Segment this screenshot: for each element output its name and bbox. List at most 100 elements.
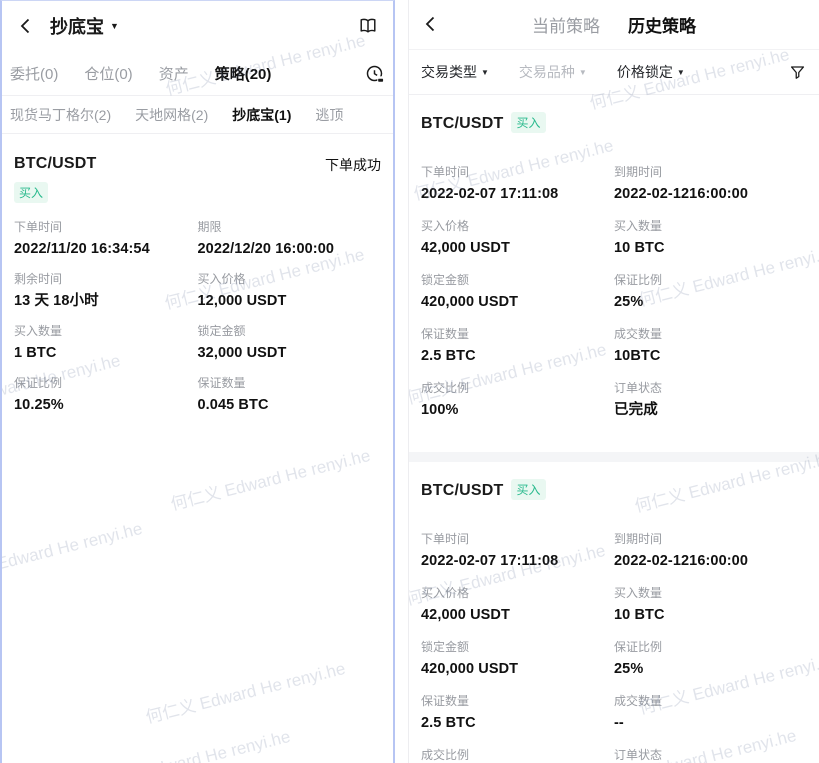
field-value: -- bbox=[614, 713, 807, 734]
field-value: 42,000 USDT bbox=[421, 238, 614, 259]
field-grid: 下单时间 2022/11/20 16:34:54 期限 2022/12/20 1… bbox=[14, 219, 381, 427]
field-value: 2.5 BTC bbox=[421, 713, 614, 734]
order-status-label: 下单成功 bbox=[325, 155, 381, 175]
field-value: 32,000 USDT bbox=[198, 343, 382, 364]
title-caret-icon: ▼ bbox=[110, 21, 119, 31]
field: 到期时间 2022-02-1216:00:00 bbox=[614, 531, 807, 572]
field: 买入数量 1 BTC bbox=[14, 323, 198, 364]
field-label: 订单状态 bbox=[614, 380, 807, 397]
caret-down-icon: ▼ bbox=[677, 68, 685, 77]
back-icon[interactable] bbox=[421, 14, 441, 34]
field-label: 剩余时间 bbox=[14, 271, 198, 288]
field-grid: 下单时间 2022-02-07 17:11:08 到期时间 2022-02-12… bbox=[421, 531, 807, 763]
field-label: 保证数量 bbox=[198, 375, 382, 392]
field-label: 保证比例 bbox=[14, 375, 198, 392]
field-value: 420,000 USDT bbox=[421, 292, 614, 313]
field-value: 25% bbox=[614, 659, 807, 680]
manual-book-icon[interactable] bbox=[357, 15, 379, 37]
left-tab[interactable]: 资产 bbox=[159, 63, 189, 84]
field-label: 买入数量 bbox=[614, 585, 807, 602]
field-value: 2022-02-1216:00:00 bbox=[614, 184, 807, 205]
field-value: 2022-02-07 17:11:08 bbox=[421, 551, 614, 572]
field-label: 买入价格 bbox=[421, 585, 614, 602]
strategy-subtab[interactable]: 天地网格(2) bbox=[135, 105, 208, 125]
left-tab[interactable]: 仓位(0) bbox=[84, 63, 132, 84]
caret-down-icon: ▼ bbox=[481, 68, 489, 77]
history-strategy-card[interactable]: BTC/USDT 买入 下单时间 2022-02-07 17:11:08 到期时… bbox=[409, 462, 819, 763]
field-label: 保证数量 bbox=[421, 326, 614, 343]
field: 期限 2022/12/20 16:00:00 bbox=[198, 219, 382, 260]
page-title[interactable]: 抄底宝 bbox=[50, 13, 104, 39]
field-value: 2022-02-1216:00:00 bbox=[614, 551, 807, 572]
card-separator bbox=[409, 452, 819, 462]
field: 锁定金额 420,000 USDT bbox=[421, 639, 614, 680]
field-label: 到期时间 bbox=[614, 164, 807, 181]
filter-funnel-icon[interactable] bbox=[788, 63, 807, 82]
pair-label: BTC/USDT bbox=[421, 482, 503, 500]
filter-bar: 交易类型▼交易品种▼价格锁定▼ bbox=[409, 50, 819, 95]
field-value: 已完成 bbox=[614, 400, 807, 421]
field-label: 保证数量 bbox=[421, 693, 614, 710]
field: 保证比例 25% bbox=[614, 272, 807, 313]
filter-dropdown[interactable]: 交易品种▼ bbox=[519, 62, 587, 82]
field-value: 420,000 USDT bbox=[421, 659, 614, 680]
field-label: 成交比例 bbox=[421, 380, 614, 397]
field-label: 下单时间 bbox=[421, 164, 614, 181]
field-value: 1 BTC bbox=[14, 343, 198, 364]
field-value: 100% bbox=[421, 400, 614, 421]
field: 锁定金额 32,000 USDT bbox=[198, 323, 382, 364]
field-label: 保证比例 bbox=[614, 272, 807, 289]
field-value: 42,000 USDT bbox=[421, 605, 614, 626]
right-tab[interactable]: 当前策略 bbox=[532, 12, 600, 37]
field-value: 0.045 BTC bbox=[198, 395, 382, 416]
strategy-card[interactable]: BTC/USDT 下单成功 买入 下单时间 2022/11/20 16:34:5… bbox=[2, 134, 393, 443]
left-tab[interactable]: 策略(20) bbox=[215, 63, 272, 84]
field-value: 10 BTC bbox=[614, 238, 807, 259]
field-value: 2022/12/20 16:00:00 bbox=[198, 239, 382, 260]
filter-label: 交易品种 bbox=[519, 62, 575, 82]
left-tab-bar: 委托(0) 仓位(0) 资产 策略(20) bbox=[2, 51, 393, 96]
field-label: 锁定金额 bbox=[421, 272, 614, 289]
field-value: 10.25% bbox=[14, 395, 198, 416]
order-history-icon[interactable] bbox=[364, 63, 385, 84]
field-label: 下单时间 bbox=[14, 219, 198, 236]
field-label: 订单状态 bbox=[614, 747, 807, 763]
right-tab[interactable]: 历史策略 bbox=[628, 12, 696, 37]
field: 成交数量 10BTC bbox=[614, 326, 807, 367]
left-header: 抄底宝 ▼ bbox=[2, 1, 393, 51]
field-label: 下单时间 bbox=[421, 531, 614, 548]
filter-dropdown[interactable]: 交易类型 ▼ bbox=[421, 62, 489, 82]
field-value: 10 BTC bbox=[614, 605, 807, 626]
field-value: 2022/11/20 16:34:54 bbox=[14, 239, 198, 260]
side-badge: 买入 bbox=[511, 112, 545, 133]
filter-label: 交易类型 bbox=[421, 62, 477, 82]
field-label: 买入价格 bbox=[198, 271, 382, 288]
field: 下单时间 2022-02-07 17:11:08 bbox=[421, 164, 614, 205]
left-tab[interactable]: 委托(0) bbox=[10, 63, 58, 84]
watermark: 何仁义 Edward He renyi.he bbox=[88, 722, 293, 763]
history-strategy-card[interactable]: BTC/USDT 买入 下单时间 2022-02-07 17:11:08 到期时… bbox=[409, 95, 819, 452]
strategy-subtab[interactable]: 逃顶 bbox=[315, 105, 343, 125]
filter-dropdown[interactable]: 价格锁定▼ bbox=[617, 62, 685, 82]
field-value: 13 天 18小时 bbox=[14, 291, 198, 312]
field-label: 买入数量 bbox=[14, 323, 198, 340]
side-badge: 买入 bbox=[14, 182, 48, 203]
strategy-subtab[interactable]: 抄底宝(1) bbox=[232, 105, 291, 125]
field: 保证比例 10.25% bbox=[14, 375, 198, 416]
field: 保证比例 25% bbox=[614, 639, 807, 680]
field-value: 2022-02-07 17:11:08 bbox=[421, 184, 614, 205]
back-icon[interactable] bbox=[16, 16, 36, 36]
field-value: 10BTC bbox=[614, 346, 807, 367]
field: 到期时间 2022-02-1216:00:00 bbox=[614, 164, 807, 205]
watermark: 何仁义 Edward He renyi.he bbox=[143, 654, 348, 728]
field-label: 买入价格 bbox=[421, 218, 614, 235]
strategy-subtab[interactable]: 现货马丁格尔(2) bbox=[10, 105, 111, 125]
field: 剩余时间 13 天 18小时 bbox=[14, 271, 198, 312]
right-panel: 当前策略历史策略 交易类型▼交易品种▼价格锁定▼ BTC/USDT 买入 下单时… bbox=[408, 0, 819, 763]
right-header: 当前策略 历史策略 bbox=[409, 0, 819, 50]
pair-label: BTC/USDT bbox=[14, 155, 96, 173]
side-badge: 买入 bbox=[511, 479, 545, 500]
field: 买入价格 42,000 USDT bbox=[421, 585, 614, 626]
field: 成交比例 -- bbox=[421, 747, 614, 763]
field: 买入数量 10 BTC bbox=[614, 218, 807, 259]
